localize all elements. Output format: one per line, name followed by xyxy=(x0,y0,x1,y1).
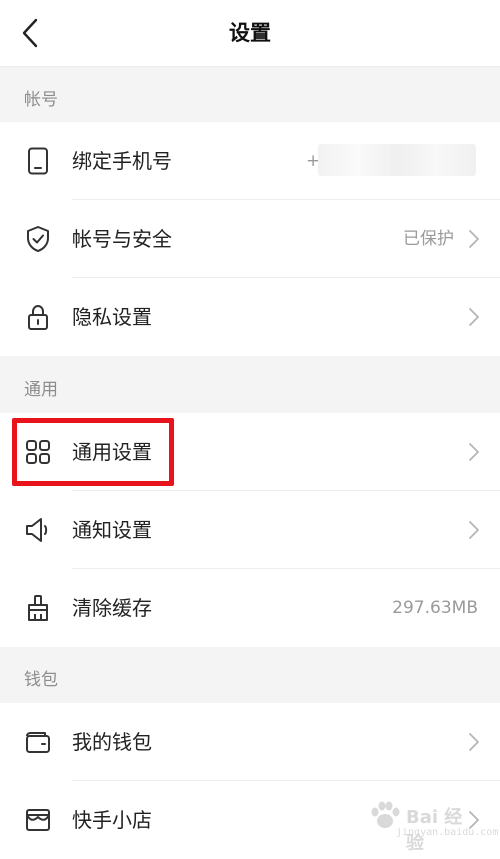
watermark-subtext: jingyan.baidu.com xyxy=(396,827,499,838)
row-label: 隐私设置 xyxy=(72,305,152,329)
row-bind-phone[interactable]: 绑定手机号 + xyxy=(0,122,500,200)
shield-icon xyxy=(24,225,52,253)
wallet-icon xyxy=(24,728,52,756)
row-label: 我的钱包 xyxy=(72,730,152,754)
lock-icon xyxy=(24,303,52,331)
chevron-right-icon xyxy=(469,521,479,539)
page-title: 设置 xyxy=(229,21,271,45)
row-label: 通用设置 xyxy=(72,440,152,464)
row-privacy-settings[interactable]: 隐私设置 xyxy=(0,278,500,356)
row-my-wallet[interactable]: 我的钱包 xyxy=(0,703,500,781)
row-label: 帐号与安全 xyxy=(72,227,172,251)
row-account-security[interactable]: 帐号与安全 已保护 xyxy=(0,200,500,278)
row-label: 快手小店 xyxy=(72,808,152,832)
row-label: 清除缓存 xyxy=(72,596,152,620)
section-header-general: 通用 xyxy=(0,356,500,413)
chevron-right-icon xyxy=(469,733,479,751)
chevron-right-icon xyxy=(469,308,479,326)
nav-bar: 设置 xyxy=(0,0,500,67)
blurred-phone-number xyxy=(318,144,476,176)
status-value: 已保护 xyxy=(403,229,454,249)
store-icon xyxy=(24,806,52,834)
row-label: 通知设置 xyxy=(72,518,152,542)
baidu-watermark: Bai 经验 jingyan.baidu.com xyxy=(368,801,498,854)
section-title: 帐号 xyxy=(24,90,58,110)
broom-icon xyxy=(24,594,52,622)
row-notification-settings[interactable]: 通知设置 xyxy=(0,491,500,569)
grid-icon xyxy=(24,438,52,466)
speaker-icon xyxy=(24,516,52,544)
section-header-account: 帐号 xyxy=(0,67,500,122)
row-clear-cache[interactable]: 清除缓存 297.63MB xyxy=(0,569,500,647)
phone-icon xyxy=(24,147,52,175)
chevron-right-icon xyxy=(469,443,479,461)
section-header-wallet: 钱包 xyxy=(0,647,500,703)
row-label: 绑定手机号 xyxy=(72,149,172,173)
chevron-right-icon xyxy=(469,230,479,248)
row-general-settings[interactable]: 通用设置 xyxy=(0,413,500,491)
cache-size-value: 297.63MB xyxy=(392,598,478,618)
section-title: 通用 xyxy=(24,380,58,400)
section-title: 钱包 xyxy=(24,670,58,690)
